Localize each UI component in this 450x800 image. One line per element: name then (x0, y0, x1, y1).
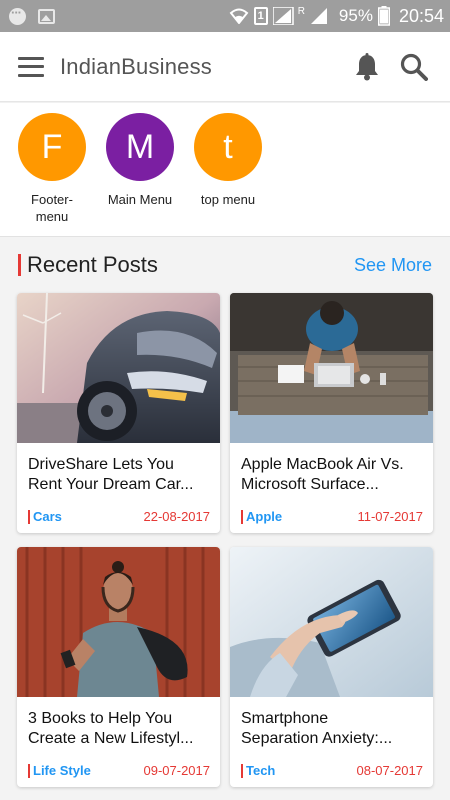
post-meta: Apple 11-07-2017 (241, 509, 423, 524)
signal-icon-2 (310, 8, 327, 24)
sim-icon: 1 (253, 7, 268, 25)
section-header: Recent Posts See More (18, 251, 432, 279)
app-bar: IndianBusiness (0, 32, 450, 102)
section-accent-bar (18, 254, 21, 276)
post-meta: Tech 08-07-2017 (241, 763, 423, 778)
menu-shortcuts: F Footer- menu M Main Menu t top menu (0, 103, 450, 237)
post-thumbnail-car (17, 293, 220, 443)
post-date: 11-07-2017 (357, 509, 423, 524)
post-title: Apple MacBook Air Vs. Microsoft Surface.… (241, 456, 404, 493)
see-more-link[interactable]: See More (354, 255, 432, 276)
recent-posts-section: Recent Posts See More DriveShare Lets Yo… (0, 237, 450, 800)
shortcut-avatar: t (194, 113, 262, 181)
post-card[interactable]: DriveShare Lets You Rent Your Dream Car.… (17, 293, 220, 533)
bell-icon[interactable] (354, 52, 380, 81)
post-meta: Life Style 09-07-2017 (28, 763, 210, 778)
post-category[interactable]: Apple (241, 509, 282, 524)
app-title: IndianBusiness (60, 53, 213, 79)
post-card[interactable]: 3 Books to Help You Create a New Lifesty… (17, 547, 220, 787)
post-date: 08-07-2017 (356, 763, 424, 778)
post-title: 3 Books to Help You Create a New Lifesty… (28, 710, 194, 747)
status-bar: 1 R 95% 20:54 (0, 0, 450, 32)
post-date: 09-07-2017 (143, 763, 211, 778)
shortcut-label: Main Menu (107, 192, 173, 207)
gallery-notification-icon (38, 8, 55, 24)
post-title: Smartphone Separation Anxiety:... (241, 710, 393, 747)
search-icon[interactable] (400, 53, 428, 81)
post-category[interactable]: Life Style (28, 763, 91, 778)
chat-notification-icon (9, 5, 26, 25)
menu-icon[interactable] (18, 56, 44, 77)
section-title: Recent Posts (27, 252, 158, 277)
post-thumbnail-man-phone (17, 547, 220, 697)
shortcut-main-menu[interactable]: M Main Menu (95, 113, 185, 208)
battery-percentage: 95% (338, 6, 373, 25)
clock: 20:54 (398, 5, 444, 26)
wifi-icon (229, 8, 249, 24)
post-title: DriveShare Lets You Rent Your Dream Car.… (28, 456, 194, 493)
post-card[interactable]: Smartphone Separation Anxiety:... Tech 0… (230, 547, 433, 787)
shortcut-avatar: F (18, 113, 86, 181)
shortcut-label: top menu (200, 192, 256, 207)
shortcut-footer-menu[interactable]: F Footer- menu (7, 113, 97, 225)
post-category[interactable]: Tech (241, 763, 275, 778)
shortcut-label: Footer- menu (31, 192, 73, 224)
post-card[interactable]: Apple MacBook Air Vs. Microsoft Surface.… (230, 293, 433, 533)
signal-icon (272, 7, 294, 25)
post-category[interactable]: Cars (28, 509, 62, 524)
post-meta: Cars 22-08-2017 (28, 509, 210, 524)
post-date: 22-08-2017 (143, 509, 211, 524)
network-badge: R (297, 5, 305, 17)
battery-icon (377, 6, 390, 26)
shortcut-avatar: M (106, 113, 174, 181)
post-thumbnail-smartphone (230, 547, 433, 697)
post-thumbnail-laptop (230, 293, 433, 443)
shortcut-top-menu[interactable]: t top menu (183, 113, 273, 208)
